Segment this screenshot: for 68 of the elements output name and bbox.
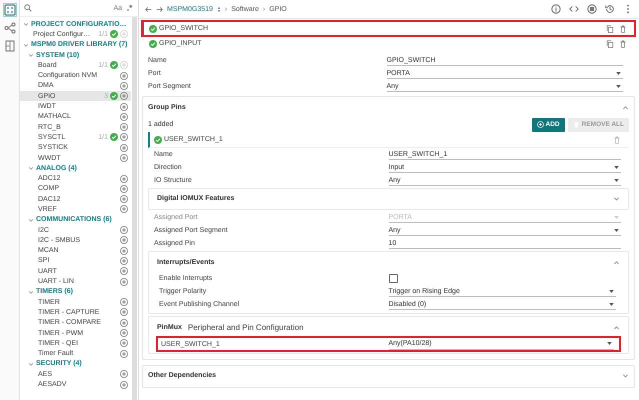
history-icon[interactable] [605, 4, 615, 14]
search-icon[interactable] [24, 4, 32, 12]
caret-icon [616, 84, 621, 88]
caret-icon [614, 216, 619, 218]
add-icon[interactable] [120, 92, 128, 100]
add-icon[interactable] [120, 256, 128, 265]
add-icon[interactable] [120, 195, 128, 204]
list-view-icon[interactable] [4, 4, 16, 16]
add-icon[interactable] [120, 298, 128, 306]
info-icon[interactable] [551, 4, 561, 14]
add-icon [536, 121, 544, 128]
add-icon[interactable] [120, 318, 128, 327]
caret-icon [614, 166, 619, 168]
collapse-icon[interactable] [622, 104, 629, 110]
section-subtitle: Peripheral and Pin Configuration [188, 322, 304, 332]
add-icon[interactable] [120, 246, 128, 255]
add-icon[interactable] [120, 380, 128, 389]
chevron-icon[interactable] [28, 288, 34, 295]
code-icon[interactable] [569, 4, 579, 14]
caret-icon [607, 342, 612, 345]
add-icon[interactable] [120, 72, 128, 80]
add-icon[interactable] [120, 278, 128, 286]
chevron-icon[interactable] [23, 42, 29, 48]
caret-icon [609, 302, 614, 306]
chevron-icon[interactable] [28, 216, 34, 223]
add-icon[interactable] [120, 184, 128, 193]
chevron-icon[interactable] [28, 52, 34, 58]
chevron-icon[interactable] [28, 360, 34, 367]
collapse-icon[interactable] [613, 258, 620, 266]
add-icon[interactable] [120, 123, 128, 132]
board-icon[interactable] [4, 40, 16, 52]
add-icon[interactable] [120, 350, 128, 358]
sort-icon[interactable] [216, 6, 221, 12]
add-icon[interactable] [120, 174, 128, 183]
back-arrow-icon[interactable] [145, 6, 152, 12]
add-icon[interactable] [120, 236, 128, 244]
add-icon[interactable] [120, 82, 128, 90]
add-icon[interactable] [120, 205, 128, 214]
checkbox[interactable] [388, 274, 398, 283]
add-icon[interactable] [120, 370, 128, 378]
add-icon[interactable] [120, 112, 128, 121]
caret-icon [614, 178, 619, 182]
expand-icon[interactable] [613, 194, 620, 202]
add-icon[interactable] [120, 329, 128, 338]
caret-icon [609, 290, 614, 292]
caret-icon [614, 228, 619, 232]
add-icon[interactable] [120, 308, 128, 316]
copy-icon[interactable] [606, 24, 614, 32]
forward-arrow-icon[interactable] [156, 6, 163, 12]
caret-icon [616, 72, 621, 74]
add-icon[interactable] [120, 267, 128, 276]
add-icon[interactable] [120, 339, 128, 348]
copy-icon[interactable] [606, 40, 614, 48]
chevron-icon[interactable] [23, 21, 29, 28]
add-icon[interactable] [120, 154, 128, 162]
tree-diagram-icon[interactable] [4, 22, 16, 34]
add-icon[interactable] [120, 133, 128, 142]
add-icon[interactable] [120, 144, 128, 152]
regex-icon[interactable] [126, 4, 134, 12]
scrollbar[interactable] [132, 17, 137, 400]
expand-icon[interactable] [622, 372, 629, 378]
collapse-icon[interactable] [613, 324, 620, 330]
add-icon[interactable] [120, 226, 128, 234]
delete-icon[interactable] [619, 40, 627, 48]
chevron-icon[interactable] [28, 165, 34, 172]
add-icon[interactable] [120, 102, 128, 111]
delete-icon[interactable] [619, 24, 627, 32]
chip-icon[interactable] [587, 4, 597, 14]
